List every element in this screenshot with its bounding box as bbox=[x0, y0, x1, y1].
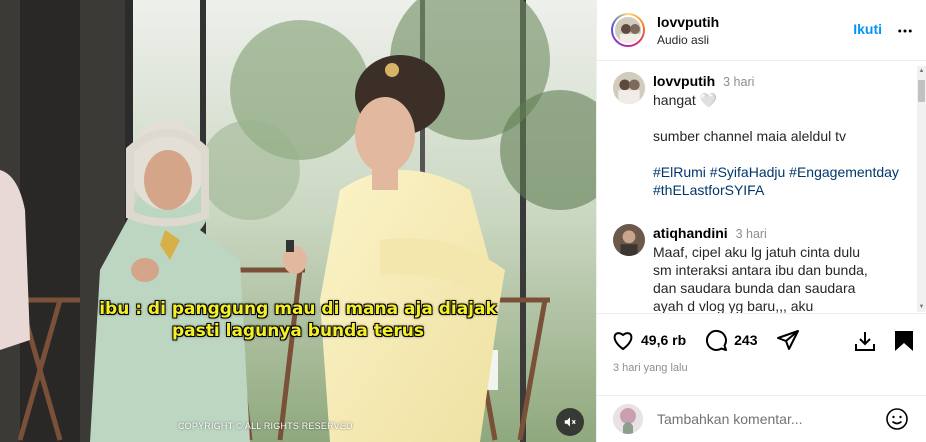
profile-avatar[interactable] bbox=[611, 13, 645, 47]
emoji-smile-icon bbox=[886, 408, 908, 430]
video-copyright-text: COPYRIGHT © ALL RIGHTS RESERVED bbox=[178, 421, 353, 431]
audio-label[interactable]: Audio asli bbox=[657, 33, 719, 47]
follow-button[interactable]: Ikuti bbox=[853, 21, 882, 37]
scroll-up-arrow-icon[interactable]: ▲ bbox=[918, 67, 925, 75]
mute-button[interactable] bbox=[556, 408, 584, 436]
heart-icon bbox=[613, 332, 633, 351]
comment-time[interactable]: 3 hari bbox=[736, 227, 767, 241]
download-icon bbox=[855, 332, 875, 351]
paper-plane-icon bbox=[776, 330, 799, 350]
comment-avatar[interactable] bbox=[613, 224, 645, 256]
bookmark-filled-icon bbox=[895, 331, 913, 351]
comment-username[interactable]: atiqhandini bbox=[653, 225, 728, 241]
comment-text-line: sm interaksi antara ibu dan bunda, bbox=[653, 262, 868, 278]
comment-input[interactable] bbox=[657, 411, 857, 427]
video-subtitle-line1: ibu : di panggung mau di mana aja diajak bbox=[99, 299, 497, 319]
header-username[interactable]: lovvputih bbox=[657, 14, 719, 30]
post-date[interactable]: 3 hari yang lalu bbox=[613, 362, 688, 374]
caption-time[interactable]: 3 hari bbox=[723, 75, 754, 89]
post-caption: lovvputih 3 hari hangat 🤍 sumber channel… bbox=[613, 72, 909, 199]
more-horizontal-icon bbox=[898, 29, 912, 33]
like-button[interactable]: 49,6 rb bbox=[611, 328, 686, 352]
caption-username[interactable]: lovvputih bbox=[653, 73, 715, 89]
post-header: lovvputih Audio asli Ikuti bbox=[597, 0, 926, 61]
video-player[interactable]: ibu : di panggung mau di mana aja diajak… bbox=[0, 0, 596, 442]
comment-count: 243 bbox=[734, 332, 758, 348]
comment-item: atiqhandini 3 hari Maaf, cipel aku lg ja… bbox=[613, 224, 909, 313]
video-subtitle-line2: pasti lagunya bunda terus bbox=[172, 321, 424, 341]
comment-text-line: ayah d vlog yg baru,,, aku bbox=[653, 298, 814, 313]
caption-text-line2: sumber channel maia aleldul tv bbox=[653, 128, 846, 144]
scrollbar-thumb[interactable] bbox=[918, 80, 925, 102]
comment-text-line: dan saudara bunda dan saudara bbox=[653, 280, 856, 296]
caption-avatar[interactable] bbox=[613, 72, 645, 104]
video-frame bbox=[0, 0, 596, 442]
comment-button[interactable]: 243 bbox=[704, 328, 758, 352]
caption-text-line1: hangat 🤍 bbox=[653, 92, 718, 108]
download-button[interactable] bbox=[853, 329, 877, 358]
comments-list[interactable]: lovvputih 3 hari hangat 🤍 sumber channel… bbox=[597, 62, 926, 313]
scroll-down-arrow-icon[interactable]: ▼ bbox=[918, 303, 925, 311]
share-button[interactable] bbox=[776, 328, 800, 352]
comment-bubble-icon bbox=[706, 329, 728, 351]
add-comment-bar bbox=[597, 395, 926, 442]
post-side-panel: lovvputih Audio asli Ikuti lovvputih 3 h… bbox=[596, 0, 926, 442]
current-user-avatar bbox=[613, 404, 643, 434]
like-count[interactable]: 49,6 rb bbox=[641, 332, 686, 348]
save-button[interactable] bbox=[893, 329, 915, 358]
more-options-button[interactable] bbox=[896, 22, 914, 45]
speaker-muted-icon bbox=[564, 417, 576, 427]
caption-hashtags-line1[interactable]: #ElRumi #SyifaHadju #Engagementday bbox=[653, 163, 909, 181]
comments-scrollbar[interactable]: ▲ ▼ bbox=[917, 66, 926, 312]
emoji-button[interactable] bbox=[885, 407, 909, 436]
caption-hashtags-line2[interactable]: #thELastforSYIFA bbox=[653, 181, 909, 199]
post-actions: 49,6 rb 243 3 hari yang lalu bbox=[597, 313, 926, 395]
comment-text-line: Maaf, cipel aku lg jatuh cinta dulu bbox=[653, 244, 861, 260]
